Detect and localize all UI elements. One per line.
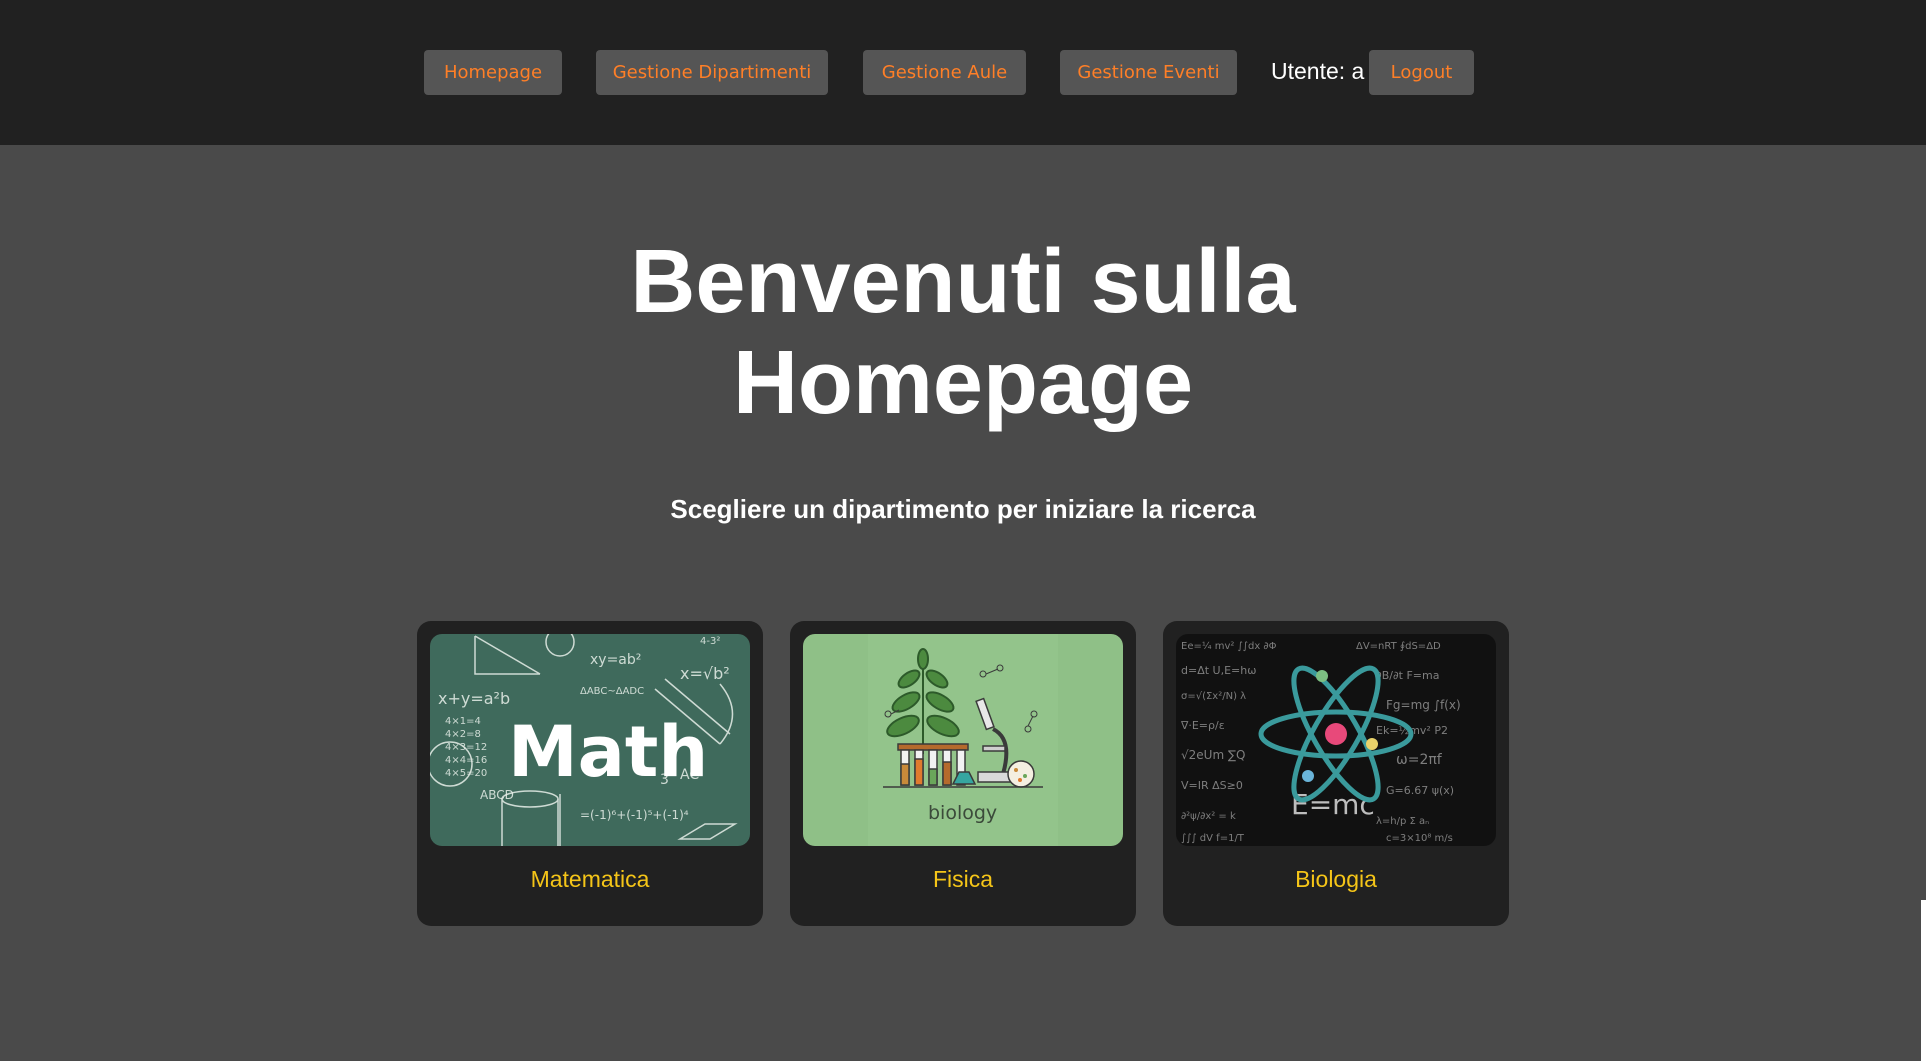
svg-text:4×4=16: 4×4=16 (445, 755, 487, 766)
biology-lab-image: biology (803, 634, 1123, 846)
svg-text:ω=2πf: ω=2πf (1396, 752, 1443, 768)
svg-text:ΔABC~ΔADC: ΔABC~ΔADC (580, 686, 644, 697)
svg-text:∂²ψ/∂x² = k: ∂²ψ/∂x² = k (1181, 811, 1236, 822)
svg-text:∇·E=ρ/ε: ∇·E=ρ/ε (1180, 719, 1225, 732)
svg-text:x=√b²: x=√b² (680, 664, 730, 683)
svg-text:d=Δt U,E=hω: d=Δt U,E=hω (1181, 664, 1256, 677)
svg-text:∂B/∂t F=ma: ∂B/∂t F=ma (1376, 669, 1439, 682)
logout-button[interactable]: Logout (1369, 50, 1474, 95)
svg-text:ΔV=nRT ∮dS=ΔD: ΔV=nRT ∮dS=ΔD (1356, 641, 1441, 652)
page-title-line2: Homepage (732, 333, 1194, 433)
top-navbar: Homepage Gestione Dipartimenti Gestione … (0, 0, 1926, 145)
svg-text:√2eUm ∑Q: √2eUm ∑Q (1181, 748, 1245, 762)
card-label-biologia: Biologia (1295, 866, 1377, 892)
svg-text:4×2=8: 4×2=8 (445, 729, 481, 740)
svg-text:4×3=12: 4×3=12 (445, 742, 487, 753)
svg-text:G=6.67 ψ(x): G=6.67 ψ(x) (1386, 784, 1454, 797)
department-card-fisica[interactable]: biology Fisica (790, 621, 1136, 926)
svg-text:x+y=a²b: x+y=a²b (438, 689, 510, 708)
svg-text:=(-1)⁶+(-1)⁵+(-1)⁴: =(-1)⁶+(-1)⁵+(-1)⁴ (580, 808, 689, 822)
svg-text:V=IR ΔS≥0: V=IR ΔS≥0 (1181, 779, 1243, 792)
page-subtitle: Scegliere un dipartimento per iniziare l… (670, 494, 1256, 524)
department-card-matematica[interactable]: x+y=a²b xy=ab² 4×1=4 4×2=8 4×3=12 4×4=16… (417, 621, 763, 926)
card-label-matematica: Matematica (530, 866, 650, 892)
biology-image-text: biology (928, 802, 997, 824)
math-chalkboard-image: x+y=a²b xy=ab² 4×1=4 4×2=8 4×3=12 4×4=16… (430, 634, 750, 846)
svg-text:∫∫∫ dV f=1/T: ∫∫∫ dV f=1/T (1181, 833, 1245, 844)
svg-text:4×1=4: 4×1=4 (445, 716, 481, 727)
user-name: a (1351, 58, 1365, 84)
svg-text:4×5=20: 4×5=20 (445, 768, 487, 779)
card-label-fisica: Fisica (932, 866, 994, 892)
svg-text:λ=h/p Σ aₙ: λ=h/p Σ aₙ (1376, 816, 1429, 827)
department-card-biologia[interactable]: Ee=¼ mv² ∫∫dx ∂Φ ΔV=nRT ∮dS=ΔD d=Δt U,E=… (1163, 621, 1509, 926)
nav-departments-button[interactable]: Gestione Dipartimenti (596, 50, 828, 95)
svg-text:4-3²: 4-3² (700, 636, 720, 647)
atom-image: Ee=¼ mv² ∫∫dx ∂Φ ΔV=nRT ∮dS=ΔD d=Δt U,E=… (1176, 634, 1496, 846)
svg-text:c=3×10⁸ m/s: c=3×10⁸ m/s (1386, 833, 1453, 844)
svg-text:Fg=mg ∫f(x): Fg=mg ∫f(x) (1386, 698, 1461, 712)
svg-text:xy=ab²: xy=ab² (590, 652, 641, 668)
user-prefix: Utente: (1271, 58, 1346, 84)
current-user-label: Utente: a (1271, 58, 1364, 85)
scrollbar-edge (1921, 900, 1926, 1061)
svg-text:σ=√(Σx²/N) λ: σ=√(Σx²/N) λ (1181, 691, 1246, 702)
math-image-text: Math (508, 711, 708, 793)
atom-image-text: E=mc (1291, 788, 1375, 821)
nav-events-button[interactable]: Gestione Eventi (1060, 50, 1237, 95)
svg-text:Ee=¼ mv² ∫∫dx ∂Φ: Ee=¼ mv² ∫∫dx ∂Φ (1181, 640, 1277, 652)
page-title: Benvenuti sulla Homepage (0, 232, 1926, 434)
nav-homepage-button[interactable]: Homepage (424, 50, 562, 95)
page-title-line1: Benvenuti sulla (630, 232, 1296, 332)
nav-rooms-button[interactable]: Gestione Aule (863, 50, 1026, 95)
